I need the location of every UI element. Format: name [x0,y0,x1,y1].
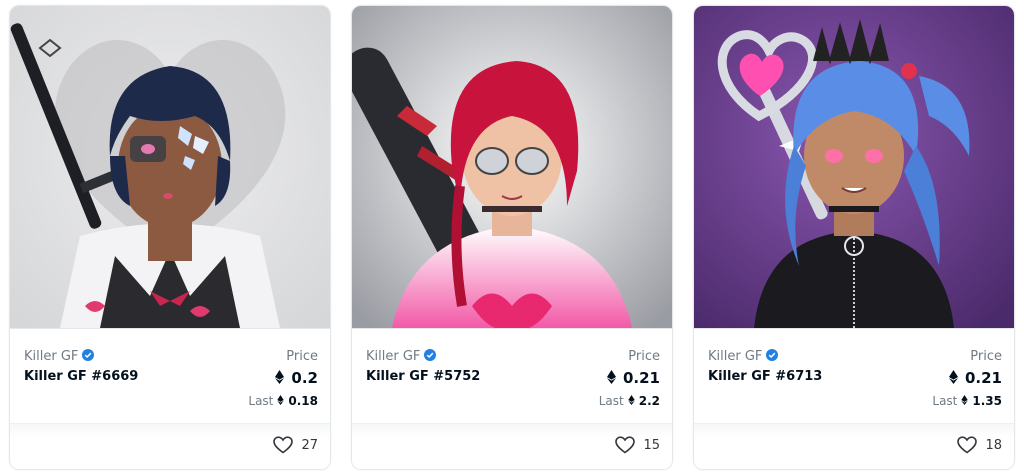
price-amount: 0.21 [964,369,1002,387]
last-label: Last [598,394,624,408]
last-sale: Last 1.35 [932,394,1002,408]
price-label: Price [628,349,660,364]
heart-icon[interactable] [615,436,636,454]
card-info: Killer GF Killer GF #6669 Price 0.2 Last… [10,328,330,424]
nft-card[interactable]: Killer GF Killer GF #6669 Price 0.2 Last… [9,5,331,470]
eth-icon [606,370,616,384]
verified-badge-icon [424,349,437,361]
token-name[interactable]: Killer GF #6713 [708,369,822,384]
heart-icon[interactable] [273,436,294,454]
price-amount: 0.2 [291,369,318,387]
last-price: 1.35 [972,394,1002,408]
like-count: 27 [301,437,318,453]
nft-image[interactable] [352,6,672,328]
card-footer: 27 [10,423,330,469]
collection-label: Killer GF [366,349,421,364]
price-value: 0.21 [606,369,660,387]
last-sale: Last 2.2 [599,394,660,408]
collection-label: Killer GF [24,349,79,364]
eth-icon [948,370,958,384]
nft-image[interactable] [694,6,1014,328]
favorite-button[interactable]: 18 [957,436,1002,454]
token-name[interactable]: Killer GF #6669 [24,369,138,384]
verified-badge-icon [766,349,779,361]
collection-name[interactable]: Killer GF [24,349,95,364]
card-footer: 18 [694,423,1014,469]
last-price: 2.2 [638,394,660,408]
eth-icon [277,395,285,405]
price-amount: 0.21 [622,369,660,387]
like-count: 18 [985,437,1002,453]
eth-icon [961,395,969,405]
card-info: Killer GF Killer GF #6713 Price 0.21 Las… [694,328,1014,424]
last-label: Last [932,394,958,408]
last-label: Last [248,394,274,408]
favorite-button[interactable]: 15 [615,436,660,454]
nft-card[interactable]: Killer GF Killer GF #5752 Price 0.21 Las… [351,5,673,470]
card-footer: 15 [352,423,672,469]
card-info: Killer GF Killer GF #5752 Price 0.21 Las… [352,328,672,424]
last-sale: Last 0.18 [248,394,318,408]
eth-icon [628,395,635,405]
collection-name[interactable]: Killer GF [708,349,779,364]
price-value: 0.2 [275,369,318,387]
favorite-button[interactable]: 27 [273,436,318,454]
collection-label: Killer GF [708,349,763,364]
price-label: Price [970,349,1002,364]
nft-card[interactable]: Killer GF Killer GF #6713 Price 0.21 Las… [693,5,1015,470]
heart-icon[interactable] [957,436,978,454]
token-name[interactable]: Killer GF #5752 [366,369,480,384]
like-count: 15 [643,437,660,453]
nft-image[interactable] [10,6,330,328]
eth-icon [275,370,285,384]
collection-name[interactable]: Killer GF [366,349,437,364]
price-label: Price [286,349,318,364]
price-value: 0.21 [948,369,1002,387]
verified-badge-icon [82,349,95,361]
last-price: 0.18 [288,394,318,408]
nft-card-grid: Killer GF Killer GF #6669 Price 0.2 Last… [0,0,1024,476]
